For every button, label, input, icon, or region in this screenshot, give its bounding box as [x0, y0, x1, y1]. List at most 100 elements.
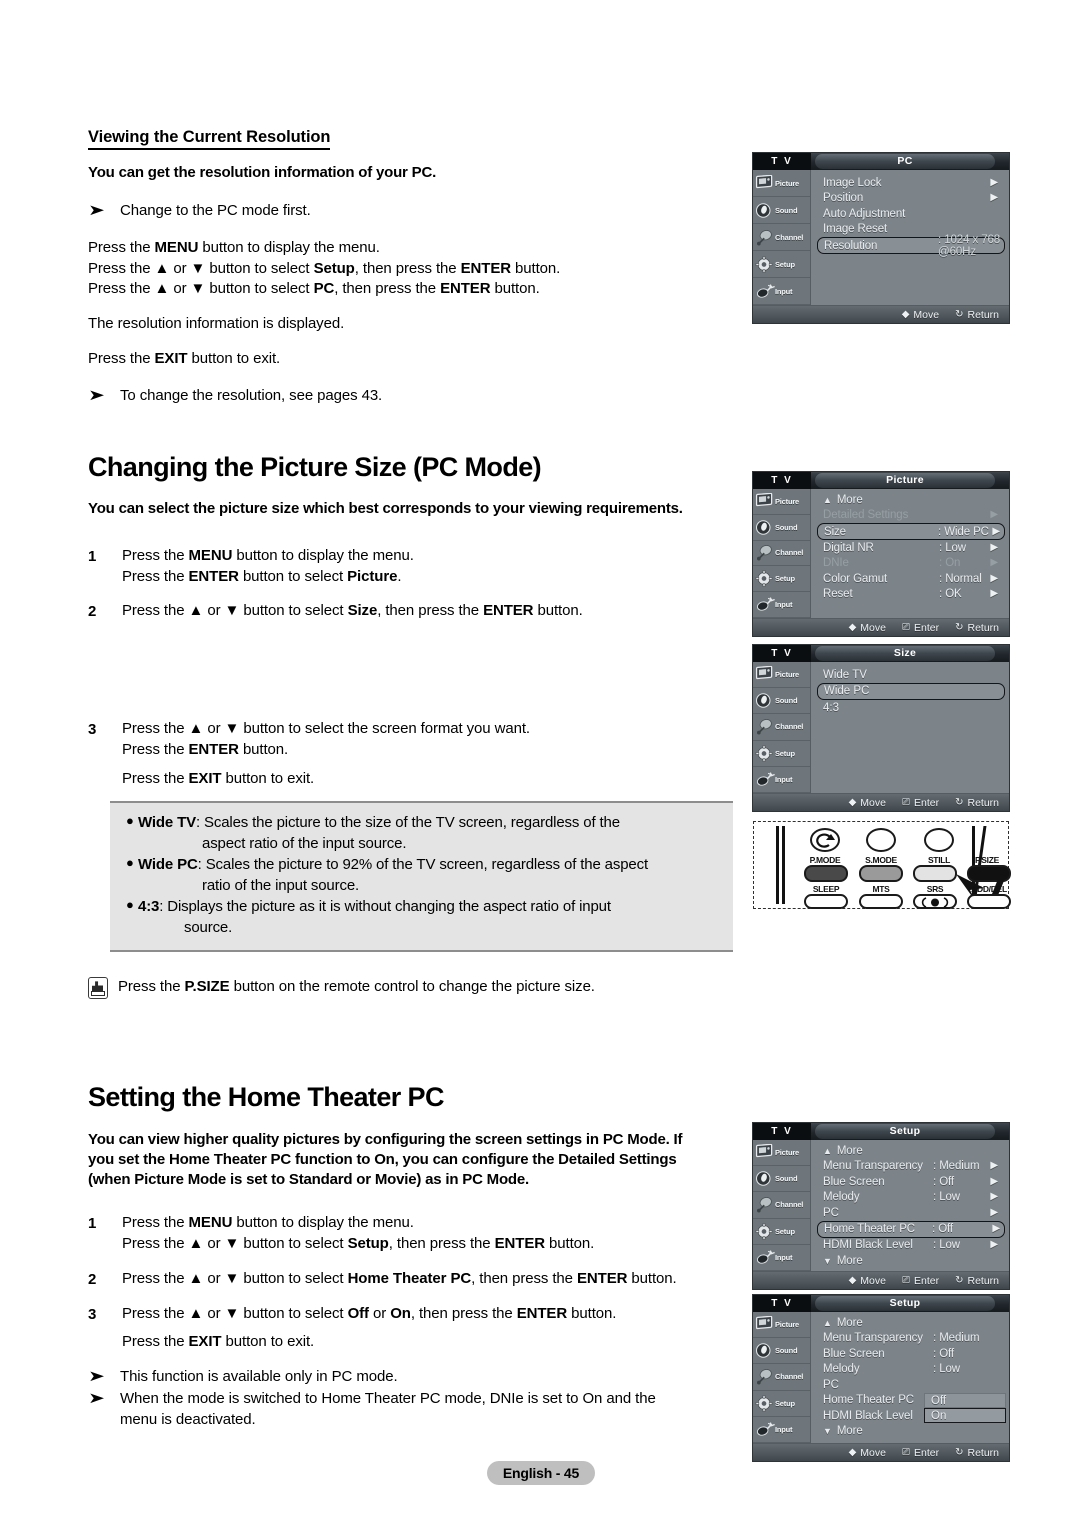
step2-line-1: Press the ▲ or ▼ button to select Size, … [122, 602, 583, 620]
osd-sidebar-item-sound[interactable]: Sound [753, 197, 810, 224]
osd-row-home-theater-pc[interactable]: Home Theater PC : Off ▶ [817, 1220, 1005, 1238]
osd-row-detailed-settings[interactable]: Detailed Settings ▶ [821, 508, 1002, 524]
section1-line-4: The resolution information is displayed. [88, 314, 345, 332]
osd-sidebar-item-picture[interactable]: Picture [753, 1312, 810, 1339]
osd-sidebar-item-input[interactable]: Input [753, 1245, 810, 1271]
home-theater-pc-dropdown[interactable]: Off On [924, 1393, 1006, 1423]
step-number: 3 [88, 1305, 97, 1323]
osd-setup-list[interactable]: ▲ More Menu Transparency : Medium Blue Sc… [811, 1312, 1009, 1443]
input-icon [755, 596, 775, 613]
osd-row-blue-screen[interactable]: Blue Screen : Off [821, 1346, 1002, 1362]
osd-option-wide-pc[interactable]: Wide PC [817, 683, 1005, 700]
remote-button-srs[interactable] [913, 894, 957, 909]
osd-row-pc[interactable]: PC [821, 1377, 1002, 1393]
osd-row-more-up[interactable]: ▲ More [821, 492, 1002, 508]
osd-row-dnie[interactable]: DNIe : On ▶ [821, 556, 1002, 572]
hand-press-button-icon [88, 977, 108, 1000]
osd-sidebar-item-input[interactable]: Input [753, 592, 810, 618]
osd-row-more-up[interactable]: ▲ More [821, 1143, 1002, 1159]
section3-step-3: 3 Press the ▲ or ▼ button to select Off … [88, 1304, 733, 1352]
osd-row-hdmi-black-level[interactable]: HDMI Black Level : Low ▶ [821, 1238, 1002, 1254]
osd-sidebar[interactable]: Picture Sound Channel Setup Input [753, 662, 811, 793]
osd-sidebar-item-setup[interactable]: Setup [753, 1391, 810, 1417]
osd-picture-list[interactable]: ▲ More Detailed Settings ▶ Size : Wide PC… [811, 489, 1009, 618]
remote-button-mts[interactable] [859, 894, 903, 909]
osd-row-pc[interactable]: PC ▶ [821, 1205, 1002, 1221]
osd-sidebar-item-sound[interactable]: Sound [753, 1338, 810, 1365]
remote-button-pmode-circle[interactable] [810, 828, 840, 852]
osd-row-color-gamut[interactable]: Color Gamut : Normal ▶ [821, 571, 1002, 587]
section3-note-1-text: This function is available only in PC mo… [120, 1368, 398, 1386]
osd-move-hint: ◆ Move [848, 622, 886, 634]
osd-row-melody[interactable]: Melody : Low ▶ [821, 1190, 1002, 1206]
osd-menu-setup-a[interactable]: T V Setup Picture Sound Channel Setup Input … [752, 1122, 1010, 1290]
osd-sidebar-item-input[interactable]: Input [753, 278, 810, 305]
osd-row-blue-screen[interactable]: Blue Screen : Off ▶ [821, 1174, 1002, 1190]
triangle-down-icon: ▼ [823, 1426, 832, 1437]
osd-sidebar[interactable]: Picture Sound Channel Setup Input [753, 1312, 811, 1443]
osd-menu-picture[interactable]: T V Picture Picture Sound Channel Setup Inpu… [752, 471, 1010, 637]
osd-sidebar-item-setup[interactable]: Setup [753, 251, 810, 278]
osd-row-menu-transparency[interactable]: Menu Transparency : Medium ▶ [821, 1159, 1002, 1175]
info-item-4-3-cont: source. [184, 919, 233, 937]
osd-sidebar-item-channel[interactable]: Channel [753, 541, 810, 567]
osd-sidebar-item-setup[interactable]: Setup [753, 1219, 810, 1245]
osd-row-reset[interactable]: Reset : OK ▶ [821, 587, 1002, 603]
info-term-4-3: 4:3 [138, 898, 160, 916]
remote-button-smode-circle[interactable] [866, 828, 896, 852]
osd-row-size[interactable]: Size : Wide PC ▶ [817, 523, 1005, 540]
osd-row-more-down[interactable]: ▼ More [821, 1253, 1002, 1269]
osd-row-more-up[interactable]: ▲ More [821, 1315, 1002, 1331]
remote-button-sleep[interactable] [804, 894, 848, 909]
osd-sidebar-item-label: Picture [775, 1320, 800, 1330]
osd-sidebar-item-channel[interactable]: Channel [753, 714, 810, 741]
osd-menu-pc[interactable]: T V PC Picture Sound Channel Setup Input Ima… [752, 152, 1010, 324]
remote-button-still[interactable] [913, 865, 957, 882]
osd-sidebar-item-sound[interactable]: Sound [753, 688, 810, 715]
info-item-wide-tv-cont: aspect ratio of the input source. [202, 835, 407, 853]
osd-sidebar-item-channel[interactable]: Channel [753, 224, 810, 251]
remote-button-still-circle[interactable] [924, 828, 954, 852]
osd-sidebar[interactable]: Picture Sound Channel Setup Input [753, 489, 811, 618]
chevron-right-icon: ▶ [992, 1223, 1000, 1234]
osd-row-menu-transparency[interactable]: Menu Transparency : Medium [821, 1331, 1002, 1347]
remote-button-pmode[interactable] [804, 865, 848, 882]
osd-menu-setup-b[interactable]: T V Setup Picture Sound Channel Setup Input … [752, 1294, 1010, 1462]
osd-sidebar-item-setup[interactable]: Setup [753, 741, 810, 767]
osd-size-options[interactable]: Wide TV Wide PC 4:3 [811, 662, 1009, 793]
osd-menu-size[interactable]: T V Size Picture Sound Channel Setup Input W… [752, 644, 1010, 812]
osd-sidebar-item-channel[interactable]: Channel [753, 1192, 810, 1219]
osd-sidebar-item-sound[interactable]: Sound [753, 515, 810, 541]
dropdown-option-off[interactable]: Off [924, 1393, 1006, 1408]
osd-sidebar-item-picture[interactable]: Picture [753, 170, 810, 197]
osd-row-image-lock[interactable]: Image Lock ▶ [821, 175, 1002, 191]
osd-sidebar-item-channel[interactable]: Channel [753, 1364, 810, 1391]
osd-sidebar-item-label: Input [775, 1252, 793, 1262]
osd-sidebar-item-input[interactable]: Input [753, 1417, 810, 1443]
osd-footer-bar: ◆ Move ⎚ Enter ↻ Return [753, 1271, 1009, 1289]
osd-row-digital-nr[interactable]: Digital NR : Low ▶ [821, 540, 1002, 556]
osd-row-resolution[interactable]: Resolution : 1024 x 768 @60Hz [817, 234, 1005, 258]
osd-sidebar-item-picture[interactable]: Picture [753, 489, 810, 515]
remote-button-adddel[interactable] [967, 894, 1011, 909]
osd-sidebar-item-setup[interactable]: Setup [753, 566, 810, 593]
osd-sidebar-item-sound[interactable]: Sound [753, 1166, 810, 1193]
osd-row-melody[interactable]: Melody : Low [821, 1362, 1002, 1378]
osd-title: PC [815, 154, 995, 169]
osd-sidebar-item-label: Channel [775, 1200, 804, 1210]
osd-option-4-3[interactable]: 4:3 [821, 700, 1002, 716]
osd-sidebar-item-picture[interactable]: Picture [753, 662, 810, 689]
osd-row-more-down[interactable]: ▼ More [821, 1424, 1002, 1440]
picture-icon [755, 665, 774, 683]
osd-sidebar-item-picture[interactable]: Picture [753, 1140, 810, 1167]
osd-sidebar[interactable]: Picture Sound Channel Setup Input [753, 170, 811, 305]
osd-pc-list[interactable]: Image Lock ▶ Position ▶ Auto Adjustment … [811, 170, 1009, 305]
osd-sidebar[interactable]: Picture Sound Channel Setup Input [753, 1140, 811, 1271]
osd-sidebar-item-input[interactable]: Input [753, 767, 810, 793]
dropdown-option-on[interactable]: On [924, 1408, 1006, 1423]
osd-row-position[interactable]: Position ▶ [821, 191, 1002, 207]
osd-row-auto-adjustment[interactable]: Auto Adjustment [821, 206, 1002, 222]
osd-setup-list[interactable]: ▲ More Menu Transparency : Medium ▶ Blue … [811, 1140, 1009, 1271]
osd-option-wide-tv[interactable]: Wide TV [821, 667, 1002, 683]
remote-button-smode[interactable] [859, 865, 903, 882]
